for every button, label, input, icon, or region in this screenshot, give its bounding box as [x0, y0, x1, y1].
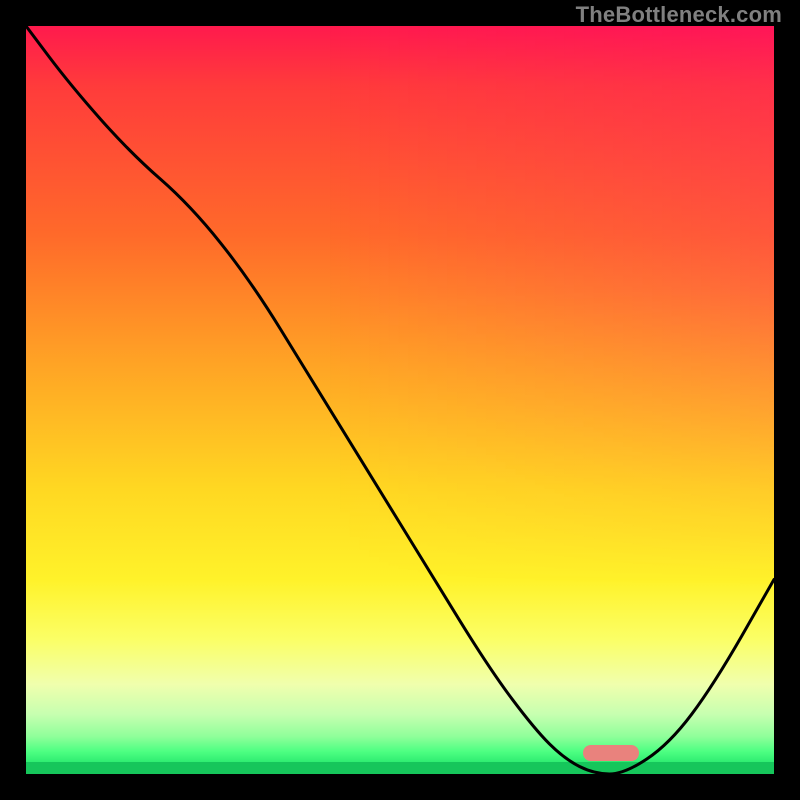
plot-area: [26, 26, 774, 774]
bottleneck-curve: [26, 26, 774, 774]
curve-path: [26, 26, 774, 774]
chart-stage: TheBottleneck.com: [0, 0, 800, 800]
watermark-text: TheBottleneck.com: [576, 2, 782, 28]
optimal-marker: [583, 745, 639, 761]
